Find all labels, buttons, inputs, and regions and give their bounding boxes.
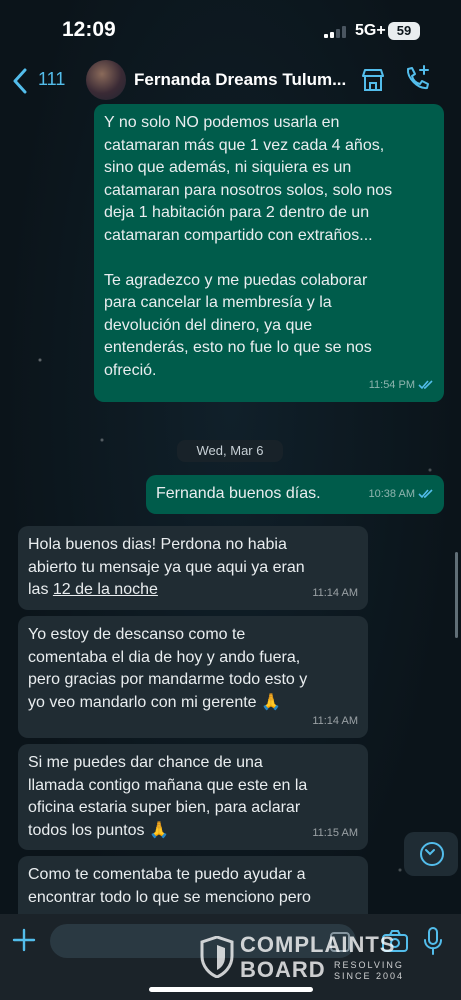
status-bar: 12:09 5G+ 59 xyxy=(0,0,461,60)
message-bubble-outgoing[interactable]: Y no solo NO podemos usarla en catamaran… xyxy=(94,104,444,402)
message-bubble-incoming[interactable]: Hola buenos dias! Perdona no habia abier… xyxy=(18,526,368,610)
message-bubble-incoming[interactable]: Si me puedes dar chance de una llamada c… xyxy=(18,744,368,850)
double-check-icon xyxy=(418,380,433,389)
date-separator: Wed, Mar 6 xyxy=(177,440,283,462)
home-indicator xyxy=(149,987,313,992)
status-time: 12:09 xyxy=(62,18,116,41)
message-time: 11:14 AM xyxy=(312,714,358,727)
store-icon[interactable] xyxy=(359,66,387,94)
message-time: 11:54 PM xyxy=(368,378,415,391)
scroll-down-button[interactable] xyxy=(404,832,458,876)
avatar[interactable] xyxy=(86,60,126,100)
message-meta: 11:54 PM xyxy=(369,374,434,397)
scroll-down-icon xyxy=(420,842,444,866)
message-text: Y no solo NO podemos usarla en catamaran… xyxy=(104,114,393,379)
message-time: 10:38 AM xyxy=(368,487,415,500)
chat-header: 111 Fernanda Dreams Tulum... xyxy=(0,56,461,106)
back-button-count[interactable]: 111 xyxy=(38,69,65,90)
watermark-tagline1: RESOLVING xyxy=(334,960,404,970)
signal-icon xyxy=(324,26,348,38)
contact-name[interactable]: Fernanda Dreams Tulum... xyxy=(134,70,352,90)
watermark-logo: COMPLAINTS BOARD RESOLVING SINCE 2004 xyxy=(198,932,443,982)
message-text: Si me puedes dar chance de una llamada c… xyxy=(28,754,308,839)
message-text: Hola buenos dias! Perdona no habia abier… xyxy=(28,534,358,602)
watermark-text-line2: BOARD xyxy=(240,957,326,982)
scrollbar[interactable] xyxy=(455,552,458,638)
date-link[interactable]: 12 de la noche xyxy=(53,581,158,598)
message-meta: 10:38 AM xyxy=(369,483,434,506)
plus-icon[interactable] xyxy=(12,928,36,952)
battery-icon: 59 xyxy=(388,22,420,40)
add-call-icon[interactable] xyxy=(402,64,432,94)
message-bubble-incoming[interactable]: Yo estoy de descanso como te comentaba e… xyxy=(18,616,368,738)
message-text: Como te comentaba te puedo ayudar a enco… xyxy=(28,866,311,906)
double-check-icon xyxy=(418,489,433,498)
message-text: Yo estoy de descanso como te comentaba e… xyxy=(28,626,308,711)
message-time: 11:14 AM xyxy=(312,586,358,599)
message-bubble-outgoing[interactable]: Fernanda buenos días. 10:38 AM xyxy=(146,475,444,514)
watermark-text-line1: COMPLAINTS xyxy=(240,932,396,957)
shield-icon xyxy=(200,936,234,978)
network-type: 5G+ xyxy=(355,22,386,39)
message-time: 11:15 AM xyxy=(312,826,358,839)
watermark-tagline2: SINCE 2004 xyxy=(334,971,405,981)
back-chevron-icon[interactable] xyxy=(12,68,28,94)
